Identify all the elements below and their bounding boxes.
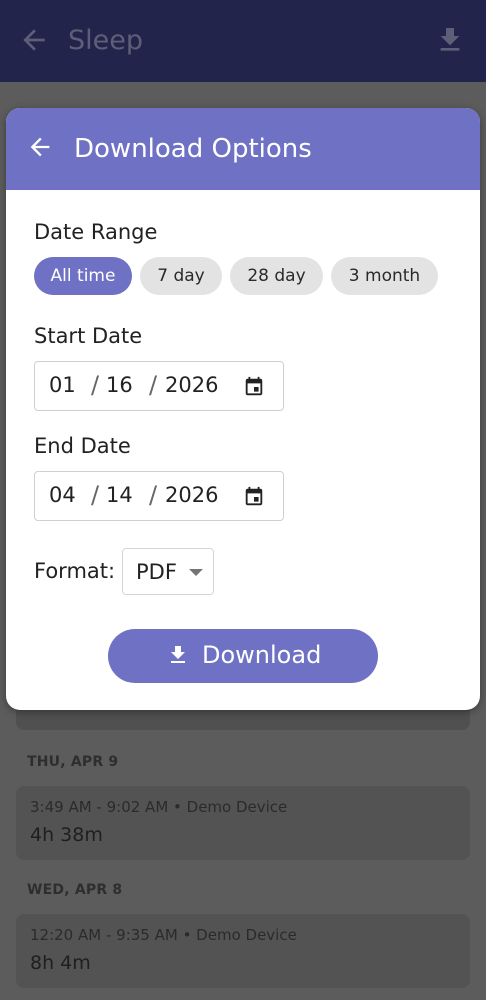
- chip-7-day[interactable]: 7 day: [140, 257, 222, 295]
- download-button[interactable]: Download: [108, 629, 378, 683]
- sleep-entry-meta: 12:20 AM - 9:35 AM • Demo Device: [30, 926, 297, 944]
- date-range-label: Date Range: [34, 220, 158, 244]
- arrow-left-icon[interactable]: [26, 133, 54, 161]
- app-bar: Sleep: [0, 0, 486, 82]
- sleep-entry-duration: 4h 38m: [30, 824, 103, 846]
- chip-28-day[interactable]: 28 day: [230, 257, 323, 295]
- date-separator: /: [149, 371, 158, 399]
- format-select[interactable]: PDF: [122, 548, 214, 595]
- end-date-field[interactable]: 04 / 14 / 2026: [34, 471, 284, 521]
- end-day[interactable]: 14: [106, 483, 133, 507]
- start-date-label: Start Date: [34, 324, 143, 348]
- start-month[interactable]: 01: [49, 373, 76, 397]
- sleep-entry-duration: 8h 4m: [30, 952, 91, 974]
- download-icon: [171, 646, 185, 663]
- start-day[interactable]: 16: [106, 373, 133, 397]
- arrow-left-icon[interactable]: [18, 24, 50, 56]
- download-button-label: Download: [202, 641, 322, 669]
- dropdown-caret-icon: [189, 569, 203, 576]
- calendar-icon[interactable]: [243, 486, 265, 508]
- start-year[interactable]: 2026: [165, 373, 218, 397]
- sleep-entry-card[interactable]: 3:49 AM - 9:02 AM • Demo Device 4h 38m: [16, 786, 470, 860]
- dialog-title: Download Options: [74, 134, 312, 164]
- format-value: PDF: [136, 560, 177, 584]
- day-header: THU, APR 9: [27, 754, 119, 770]
- download-icon[interactable]: [434, 24, 466, 56]
- end-year[interactable]: 2026: [165, 483, 218, 507]
- end-date-label: End Date: [34, 434, 131, 458]
- date-separator: /: [91, 371, 100, 399]
- date-separator: /: [149, 481, 158, 509]
- start-date-field[interactable]: 01 / 16 / 2026: [34, 361, 284, 411]
- dialog-header: Download Options: [6, 108, 480, 190]
- calendar-icon[interactable]: [243, 376, 265, 398]
- sleep-entry-card[interactable]: 12:20 AM - 9:35 AM • Demo Device 8h 4m: [16, 914, 470, 988]
- chip-all-time[interactable]: All time: [34, 257, 132, 295]
- date-separator: /: [91, 481, 100, 509]
- download-options-dialog: Download Options Date Range All time 7 d…: [6, 108, 480, 710]
- sleep-entry-meta: 3:49 AM - 9:02 AM • Demo Device: [30, 798, 288, 816]
- app-title: Sleep: [68, 25, 144, 56]
- chip-3-month[interactable]: 3 month: [331, 257, 438, 295]
- end-month[interactable]: 04: [49, 483, 76, 507]
- day-header: WED, APR 8: [27, 882, 123, 898]
- format-label: Format:: [34, 559, 116, 583]
